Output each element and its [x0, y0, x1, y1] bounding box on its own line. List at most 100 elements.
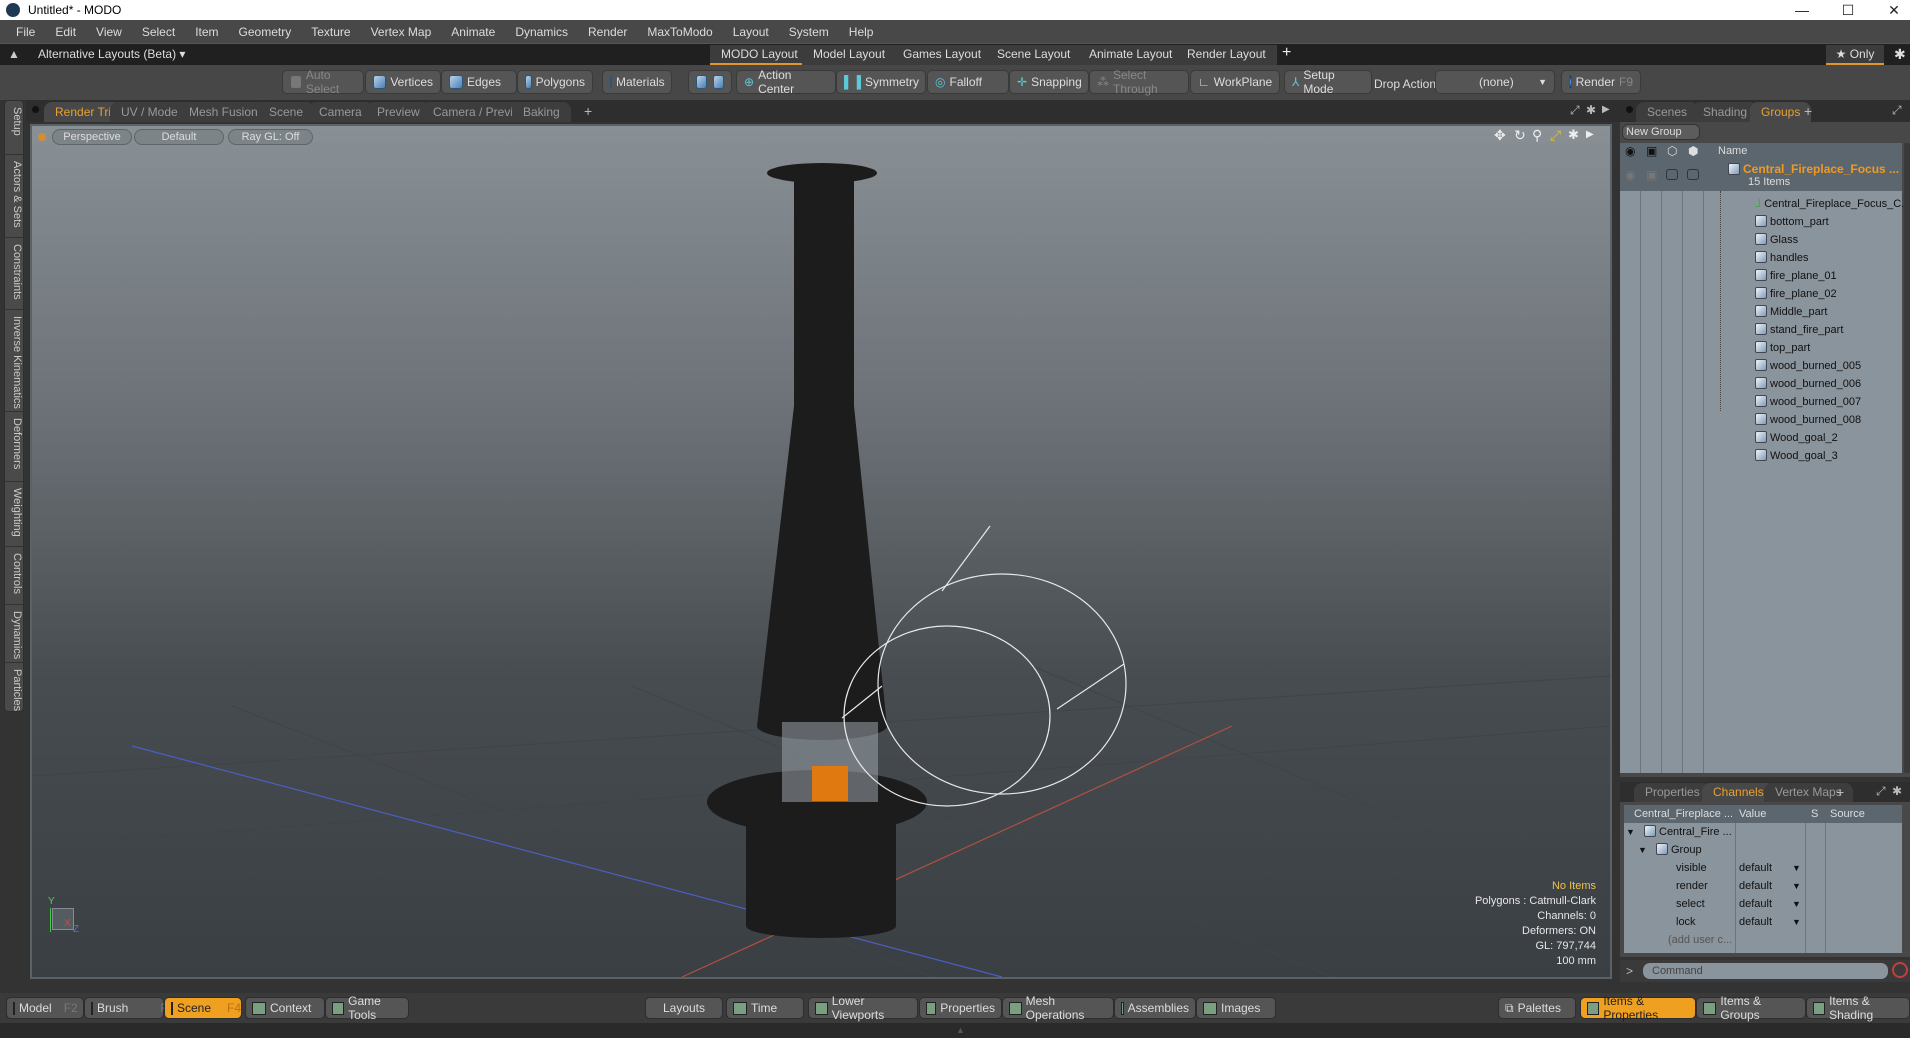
tab-scenes[interactable]: Scenes [1636, 102, 1699, 122]
auto-select-button[interactable]: Auto Select [282, 68, 364, 96]
only-toggle[interactable]: ★ Only [1826, 45, 1884, 65]
channel-row[interactable]: visible default ▼ [1624, 859, 1902, 877]
chevron-down-icon[interactable]: ▼ [1792, 895, 1801, 913]
list-item[interactable]: Middle_part [1755, 303, 1827, 321]
value-header[interactable]: Value [1739, 805, 1766, 823]
tab-games-layout[interactable]: Games Layout [892, 45, 994, 65]
collapse-arrow-icon[interactable]: ▲ [956, 1025, 965, 1035]
brush-button[interactable]: BrushF3 [84, 997, 174, 1019]
menu-item[interactable]: Item [185, 25, 228, 39]
list-item[interactable]: fire_plane_02 [1755, 285, 1837, 303]
list-item[interactable]: wood_burned_006 [1755, 375, 1861, 393]
tab-animate-layout[interactable]: Animate Layout [1078, 45, 1185, 65]
close-button[interactable]: ✕ [1871, 0, 1910, 20]
assemblies-button[interactable]: Assemblies [1114, 997, 1196, 1019]
component-mode-icon[interactable] [696, 75, 707, 89]
vertices-button[interactable]: Vertices [365, 70, 441, 94]
minimize-button[interactable]: — [1779, 0, 1825, 20]
tab-baking[interactable]: Baking [512, 102, 571, 122]
chevron-down-icon[interactable]: ▼ [1792, 913, 1801, 931]
channel-row[interactable]: lock default ▼ [1624, 913, 1902, 931]
collapse-arrow-icon[interactable]: ▲ [8, 47, 20, 61]
record-icon[interactable] [1892, 962, 1908, 978]
tab-scene[interactable]: Scene [258, 102, 315, 122]
time-button[interactable]: Time [726, 997, 804, 1019]
menu-file[interactable]: File [6, 25, 45, 39]
tab-particles[interactable]: Particles [5, 663, 23, 711]
mesh-operations-button[interactable]: Mesh Operations [1002, 994, 1114, 1022]
layouts-button[interactable]: Layouts [645, 997, 723, 1019]
list-item[interactable]: wood_burned_005 [1755, 357, 1861, 375]
new-group-button[interactable]: New Group [1622, 124, 1700, 140]
list-item[interactable]: Wood_goal_2 [1755, 429, 1838, 447]
symmetry-button[interactable]: ▌▐ Symmetry [836, 70, 926, 94]
tab-groups[interactable]: Groups [1750, 102, 1812, 122]
list-item[interactable]: Glass [1755, 231, 1798, 249]
add-user-channel-row[interactable]: (add user c... [1624, 931, 1902, 949]
channel-root-row[interactable]: ▼ Central_Fire ... [1624, 823, 1902, 841]
tab-model-layout[interactable]: Model Layout [802, 45, 898, 65]
lock-cube-icon[interactable]: ⬡ [1667, 144, 1677, 158]
lower-viewports-button[interactable]: Lower Viewports [808, 994, 918, 1022]
chevron-down-icon[interactable]: ▼ [1792, 859, 1801, 877]
alternative-layouts-dropdown[interactable]: Alternative Layouts (Beta) ▾ [38, 47, 185, 61]
gear-icon[interactable]: ✱ [1894, 46, 1906, 63]
channel-value-select[interactable]: default [1739, 913, 1772, 931]
menu-help[interactable]: Help [839, 25, 884, 39]
tab-inverse-kinematics[interactable]: Inverse Kinematics [5, 310, 23, 412]
expand-arrow-icon[interactable]: ▼ [1638, 841, 1647, 859]
channel-group-row[interactable]: ▼ Group [1624, 841, 1902, 859]
tab-render-layout[interactable]: Render Layout [1176, 45, 1278, 65]
menu-geometry[interactable]: Geometry [229, 25, 302, 39]
tab-setup[interactable]: Setup [5, 101, 23, 155]
channel-value-select[interactable]: default [1739, 877, 1772, 895]
list-item[interactable]: wood_burned_008 [1755, 411, 1861, 429]
render-button[interactable]: Render F9 [1561, 70, 1641, 94]
model-button[interactable]: Model F2 [6, 997, 84, 1019]
tab-deformers[interactable]: Deformers [5, 412, 23, 482]
tab-shading[interactable]: Shading [1692, 102, 1759, 122]
channel-row[interactable]: render default ▼ [1624, 877, 1902, 895]
channel-row[interactable]: select default ▼ [1624, 895, 1902, 913]
menu-animate[interactable]: Animate [441, 25, 505, 39]
tab-actors-sets[interactable]: Actors & Sets [5, 155, 23, 238]
add-layout-button[interactable]: + [1282, 44, 1291, 62]
list-item[interactable]: top_part [1755, 339, 1810, 357]
drop-action-select[interactable]: (none) ▼ [1435, 70, 1555, 94]
polygons-button[interactable]: Polygons [517, 70, 593, 94]
chevron-down-icon[interactable]: ▼ [1792, 877, 1801, 895]
add-panel-tab-button[interactable]: + [1804, 103, 1812, 119]
maximize-viewport-icon[interactable]: ⤢ [1570, 103, 1580, 118]
properties-button[interactable]: Properties [919, 997, 1002, 1019]
viewport-settings-gear-icon[interactable]: ✱ [1586, 103, 1596, 117]
maximize-panel-icon[interactable]: ⤢ [1892, 103, 1902, 118]
setup-mode-button[interactable]: ⅄ Setup Mode [1284, 68, 1372, 96]
tab-constraints[interactable]: Constraints [5, 238, 23, 310]
source-header[interactable]: Source [1830, 805, 1865, 823]
channel-item-header[interactable]: Central_Fireplace ... [1634, 805, 1733, 823]
panel-gear-icon[interactable]: ✱ [1892, 784, 1902, 798]
channel-value-select[interactable]: default [1739, 895, 1772, 913]
eye-icon[interactable]: ◉ [1625, 168, 1635, 182]
items-properties-button[interactable]: Items & Properties [1580, 994, 1696, 1022]
list-item[interactable]: ⅃ Central_Fireplace_Focus_C... [1755, 195, 1910, 213]
materials-button[interactable]: Materials [602, 70, 672, 94]
command-input[interactable]: Command [1643, 963, 1888, 979]
menu-dynamics[interactable]: Dynamics [505, 25, 578, 39]
expand-arrow-icon[interactable]: ▼ [1626, 823, 1635, 841]
context-button[interactable]: Context [245, 997, 325, 1019]
maximize-button[interactable]: ☐ [1825, 0, 1871, 20]
tab-dynamics[interactable]: Dynamics [5, 605, 23, 663]
viewport-expand-arrow-icon[interactable]: ▶ [1602, 104, 1610, 115]
menu-texture[interactable]: Texture [301, 25, 360, 39]
menu-vertex-map[interactable]: Vertex Map [361, 25, 442, 39]
lock-checkbox[interactable] [1666, 169, 1678, 180]
list-item[interactable]: Wood_goal_3 [1755, 447, 1838, 465]
tab-preview[interactable]: Preview [366, 102, 431, 122]
tab-weighting[interactable]: Weighting [5, 482, 23, 547]
item-mode-icon[interactable] [713, 75, 724, 89]
tab-camera[interactable]: Camera [308, 102, 373, 122]
menu-system[interactable]: System [779, 25, 839, 39]
groups-scrollbar[interactable] [1904, 143, 1910, 773]
action-center-button[interactable]: ⊕ Action Center [736, 68, 836, 96]
